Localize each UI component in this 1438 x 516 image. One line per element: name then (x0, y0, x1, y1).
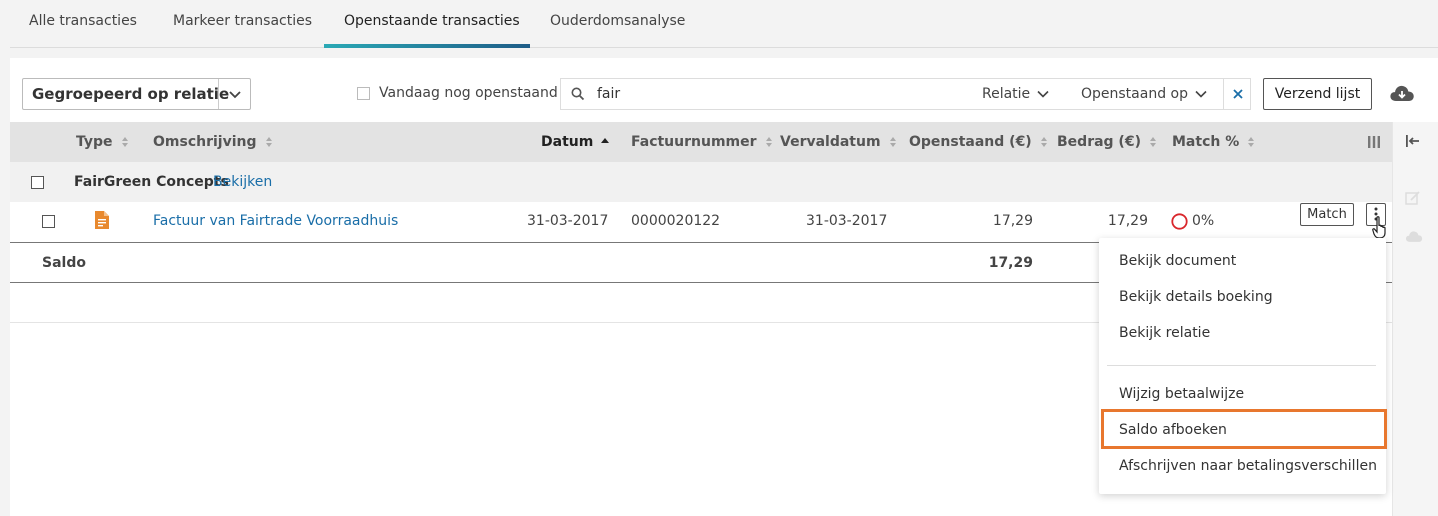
row-match-pct: 0% (1192, 213, 1215, 229)
col-amount-label: Bedrag (€) (1057, 134, 1141, 150)
menu-item-view-booking-details[interactable]: Bekijk details boeking (1119, 289, 1273, 305)
sort-icon (1248, 137, 1255, 147)
tab-mark-transactions[interactable]: Markeer transacties (153, 0, 332, 48)
match-status-icon (1171, 213, 1188, 234)
col-amount[interactable]: Bedrag (€) (1057, 122, 1157, 162)
row-outstanding: 17,29 (992, 213, 1033, 229)
chevron-down-icon (1195, 90, 1207, 98)
menu-item-write-off-payment-differences[interactable]: Afschrijven naar betalingsverschillen (1119, 458, 1377, 474)
saldo-value: 17,29 (988, 255, 1033, 271)
close-icon (1233, 89, 1243, 99)
open-on-filter-label: Openstaand op (1081, 86, 1188, 102)
col-description-label: Omschrijving (153, 134, 257, 150)
cloud-download-icon[interactable] (1389, 84, 1415, 108)
sort-icon (1040, 137, 1047, 147)
search-input[interactable] (597, 84, 897, 104)
group-by-label: Gegroepeerd op relatie (32, 85, 230, 103)
relation-filter-label: Relatie (982, 86, 1031, 102)
col-invoice-number[interactable]: Factuurnummer (631, 122, 773, 162)
table-row: Factuur van Fairtrade Voorraadhuis 31-03… (10, 202, 1392, 243)
group-by-select[interactable]: Gegroepeerd op relatie (22, 78, 251, 110)
col-due-date[interactable]: Vervaldatum (780, 122, 897, 162)
chevron-down-icon (1037, 90, 1049, 98)
sort-asc-icon (601, 138, 610, 143)
sort-icon (1149, 137, 1156, 147)
row-invoice-number: 0000020122 (631, 213, 721, 229)
group-name: FairGreen Concepts (74, 174, 229, 190)
col-type[interactable]: Type (76, 122, 129, 162)
tab-aging-analysis[interactable]: Ouderdomsanalyse (530, 0, 705, 48)
menu-item-view-relation[interactable]: Bekijk relatie (1119, 325, 1210, 341)
columns-icon[interactable] (1368, 135, 1380, 153)
sort-icon (265, 137, 272, 147)
col-outstanding-label: Openstaand (€) (909, 134, 1032, 150)
col-type-label: Type (76, 134, 113, 150)
chevron-down-icon (227, 87, 243, 107)
today-open-label: Vandaag nog openstaand (379, 85, 558, 101)
row-description-link[interactable]: Factuur van Fairtrade Voorraadhuis (153, 202, 398, 240)
today-open-checkbox[interactable] (357, 87, 370, 100)
col-due-date-label: Vervaldatum (780, 134, 881, 150)
sort-icon (121, 137, 128, 147)
side-toolbar (1392, 122, 1438, 516)
edit-icon (1405, 190, 1421, 210)
relation-filter[interactable]: Relatie (982, 79, 1050, 109)
tab-divider (10, 47, 1438, 48)
menu-divider (1107, 365, 1376, 366)
cloud-icon (1405, 230, 1423, 248)
active-tab-indicator (324, 44, 530, 48)
sort-icon (765, 137, 772, 147)
clear-search-button[interactable] (1223, 79, 1251, 109)
search-bar: Relatie Openstaand op (560, 78, 1251, 110)
tab-open-transactions[interactable]: Openstaande transacties (324, 0, 540, 48)
col-outstanding[interactable]: Openstaand (€) (909, 122, 1048, 162)
col-description[interactable]: Omschrijving (153, 122, 273, 162)
row-amount: 17,29 (1107, 213, 1148, 229)
document-icon (95, 211, 109, 233)
select-divider (218, 79, 219, 109)
open-on-filter[interactable]: Openstaand op (1081, 79, 1208, 109)
table-header: Type Omschrijving Datum Factuurnummer Ve… (10, 122, 1392, 162)
row-date: 31-03-2017 (527, 213, 609, 229)
col-date-label: Datum (541, 134, 594, 150)
col-match-pct-label: Match % (1172, 134, 1240, 150)
match-button[interactable]: Match (1300, 203, 1354, 226)
col-invoice-number-label: Factuurnummer (631, 134, 757, 150)
col-match-pct[interactable]: Match % (1172, 122, 1255, 162)
row-due-date: 31-03-2017 (806, 213, 888, 229)
search-icon (571, 87, 585, 105)
menu-item-view-document[interactable]: Bekijk document (1119, 253, 1236, 269)
tab-bar: Alle transacties Markeer transacties Ope… (0, 0, 1438, 48)
send-list-button[interactable]: Verzend lijst (1263, 78, 1372, 110)
row-actions-menu: Bekijk document Bekijk details boeking B… (1099, 238, 1386, 494)
highlight-box (1101, 409, 1387, 449)
tab-all-transactions[interactable]: Alle transacties (9, 0, 157, 48)
menu-item-change-payment-method[interactable]: Wijzig betaalwijze (1119, 386, 1244, 402)
group-view-link[interactable]: Bekijken (213, 162, 272, 202)
row-checkbox[interactable] (42, 215, 55, 228)
saldo-label: Saldo (42, 255, 86, 271)
group-checkbox[interactable] (31, 176, 44, 189)
col-date[interactable]: Datum (541, 122, 610, 162)
group-row: FairGreen Concepts Bekijken (10, 162, 1392, 202)
sort-icon (889, 137, 896, 147)
collapse-panel-icon[interactable] (1405, 134, 1421, 152)
